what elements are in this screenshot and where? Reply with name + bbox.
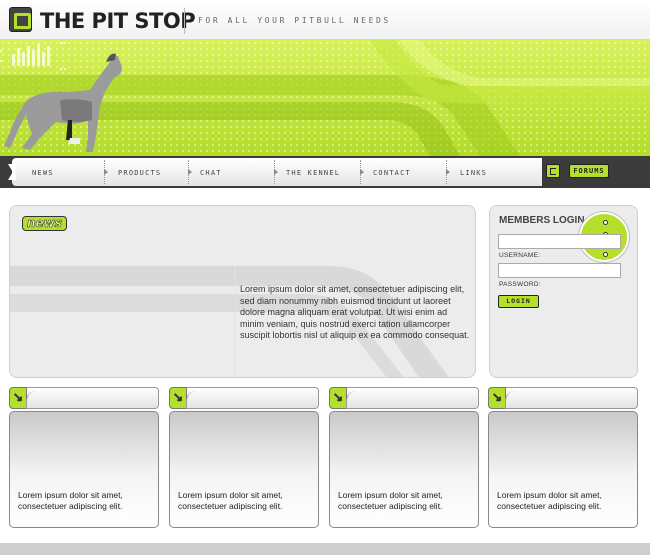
banner — [0, 40, 650, 156]
banner-graphic — [0, 40, 650, 156]
nav-bar: NEWS PRODUCTS CHAT THE KENNEL CONTACT LI… — [12, 158, 542, 186]
box-text: Lorem ipsum dolor sit amet, consectetuer… — [338, 490, 443, 511]
logo-icon[interactable] — [9, 7, 32, 32]
header-divider — [184, 8, 185, 34]
feature-box: Lorem ipsum dolor sit amet, consectetuer… — [9, 411, 159, 528]
dot-icon — [603, 252, 608, 257]
username-label: USERNAME: — [499, 252, 541, 259]
box-text: Lorem ipsum dolor sit amet, consectetuer… — [178, 490, 283, 511]
nav-item-chat[interactable]: CHAT — [200, 169, 222, 177]
nav-separator-icon — [188, 160, 192, 184]
box-header[interactable] — [488, 387, 638, 409]
login-panel: MEMBERS LOGIN USERNAME: PASSWORD: LOGIN — [489, 205, 638, 378]
equalizer-graphic — [0, 42, 66, 70]
box-header[interactable] — [169, 387, 319, 409]
news-heading: news — [22, 216, 67, 231]
box-text: Lorem ipsum dolor sit amet, consectetuer… — [18, 490, 123, 511]
main-nav: NEWS PRODUCTS CHAT THE KENNEL CONTACT LI… — [0, 156, 650, 188]
footer — [0, 543, 650, 555]
arrow-icon[interactable] — [329, 387, 347, 409]
feature-box: Lorem ipsum dolor sit amet, consectetuer… — [169, 411, 319, 528]
login-title: MEMBERS LOGIN — [499, 215, 585, 226]
tagline: FOR ALL YOUR PITBULL NEEDS — [198, 16, 391, 25]
nav-item-products[interactable]: PRODUCTS — [118, 169, 161, 177]
nav-separator-icon — [274, 160, 278, 184]
username-field[interactable] — [498, 234, 621, 249]
box-header-curve — [346, 391, 362, 409]
nav-separator-icon — [360, 160, 364, 184]
password-field[interactable] — [498, 263, 621, 278]
nav-item-contact[interactable]: CONTACT — [373, 169, 411, 177]
nav-item-the-kennel[interactable]: THE KENNEL — [286, 169, 340, 177]
arrow-icon[interactable] — [9, 387, 27, 409]
box-text: Lorem ipsum dolor sit amet, consectetuer… — [497, 490, 602, 511]
password-label: PASSWORD: — [499, 281, 541, 288]
box-header[interactable] — [329, 387, 479, 409]
dot-icon — [603, 220, 608, 225]
feature-box: Lorem ipsum dolor sit amet, consectetuer… — [329, 411, 479, 528]
nav-item-news[interactable]: NEWS — [32, 169, 54, 177]
arrow-icon[interactable] — [169, 387, 187, 409]
header: THE PIT STOP FOR ALL YOUR PITBULL NEEDS — [0, 0, 650, 40]
nav-item-links[interactable]: LINKS — [460, 169, 487, 177]
logo-small-icon[interactable] — [546, 164, 560, 178]
news-panel: news Lorem ipsum dolor sit amet, consect… — [9, 205, 476, 378]
forums-button[interactable]: FORUMS — [569, 164, 609, 178]
logo-text[interactable]: THE PIT STOP — [40, 9, 196, 33]
box-header-curve — [26, 391, 42, 409]
arrow-icon[interactable] — [488, 387, 506, 409]
nav-separator-icon — [446, 160, 450, 184]
news-body-text: Lorem ipsum dolor sit amet, consectetuer… — [240, 284, 470, 341]
feature-box: Lorem ipsum dolor sit amet, consectetuer… — [488, 411, 638, 528]
login-button[interactable]: LOGIN — [498, 295, 539, 308]
box-header-curve — [186, 391, 202, 409]
nav-separator-icon — [104, 160, 108, 184]
page: THE PIT STOP FOR ALL YOUR PITBULL NEEDS — [0, 0, 650, 555]
box-header[interactable] — [9, 387, 159, 409]
box-header-curve — [505, 391, 521, 409]
